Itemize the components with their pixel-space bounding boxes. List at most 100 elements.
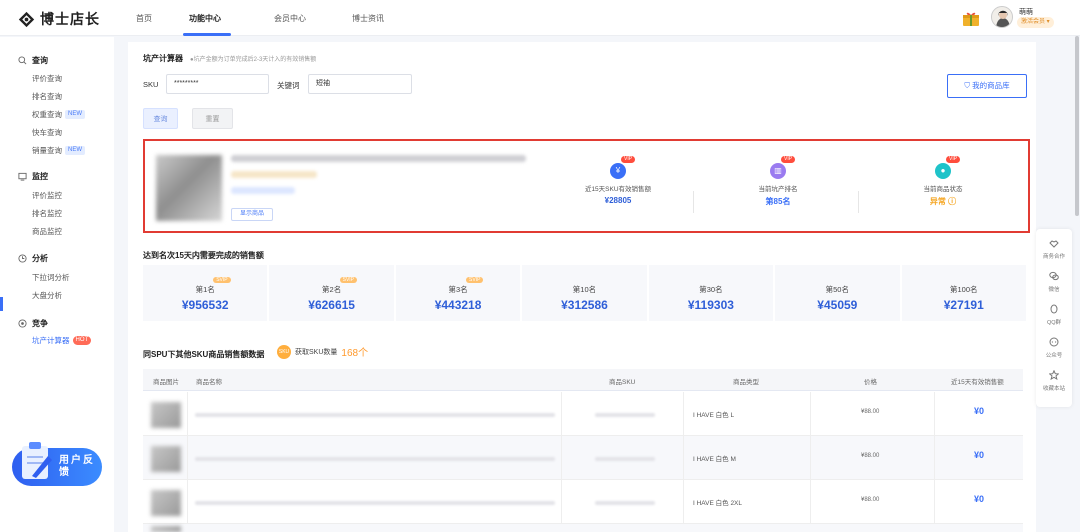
search-button[interactable]: 查询 bbox=[143, 108, 178, 129]
official-account-button[interactable]: 公众号 bbox=[1036, 337, 1072, 359]
sidebar-active-indicator bbox=[0, 297, 3, 311]
rank-target-row: SVIP 第1名 ¥956532 SVIP 第2名 ¥626615 SVIP 第3名 ¥44… bbox=[143, 265, 1026, 321]
rank-name: 第1名 bbox=[195, 285, 215, 294]
nav-member-center[interactable]: 会员中心 bbox=[274, 13, 306, 24]
sidebar-group-analysis: 分析 bbox=[18, 253, 48, 264]
column-header: 近15天有效销售额 bbox=[951, 379, 1004, 386]
product-sku-blurred bbox=[595, 457, 655, 461]
product-image bbox=[151, 490, 181, 516]
username: 萌萌 bbox=[1019, 9, 1033, 16]
metric-label: 近15天SKU有效销售额 bbox=[584, 186, 652, 193]
search-icon bbox=[18, 56, 27, 65]
product-type: I HAVE 白色 M bbox=[693, 456, 736, 463]
vip-badge: VIP bbox=[781, 156, 796, 163]
sidebar-item-review-monitor[interactable]: 评价监控 bbox=[32, 190, 62, 201]
bookmark-site-button[interactable]: 收藏本站 bbox=[1036, 369, 1072, 392]
sidebar-item-label: 权重查询 bbox=[32, 110, 62, 119]
metric-icon-glyph: ▥ bbox=[774, 166, 782, 175]
keyword-input[interactable]: 短袖 bbox=[308, 74, 412, 94]
sidebar-item-dropdown-analysis[interactable]: 下拉词分析 bbox=[32, 272, 70, 283]
chat-bubble-icon bbox=[1049, 337, 1059, 347]
sidebar-item-calculator[interactable]: 坑产计算器 HOT bbox=[32, 335, 92, 346]
sidebar-group-title: 竞争 bbox=[32, 319, 48, 328]
rank-cell: 第100名 ¥27191 bbox=[901, 265, 1026, 321]
sidebar-item-weight-query[interactable]: 权重查询 NEW bbox=[32, 109, 85, 120]
metric-status: ● VIP 当前商品状态 异常 ⓘ bbox=[883, 156, 1003, 207]
reset-button[interactable]: 重置 bbox=[192, 108, 233, 129]
sku-count-indicator: SKU 获取SKU数量 168个 bbox=[277, 344, 368, 359]
sidebar-item-market-analysis[interactable]: 大盘分析 bbox=[32, 290, 62, 301]
member-badge[interactable]: 激活会员 ▾ bbox=[1017, 17, 1054, 28]
bag-icon: ⛉ bbox=[964, 81, 971, 90]
rank-value: ¥45059 bbox=[817, 298, 858, 312]
sku-label: SKU bbox=[143, 80, 159, 89]
floating-toolbar: 商务合作 微信 QQ群 公众号 收藏本站 bbox=[1036, 229, 1072, 407]
product-shop-blurred bbox=[231, 187, 295, 194]
divider bbox=[858, 191, 859, 213]
avatar[interactable] bbox=[991, 6, 1013, 28]
vip-badge: VIP bbox=[946, 156, 961, 163]
table-row[interactable]: I HAVE 白色 L ¥88.00 ¥0 bbox=[143, 392, 1023, 436]
feedback-button[interactable]: 用户反馈 bbox=[12, 442, 102, 486]
product-price: ¥88.00 bbox=[861, 497, 880, 503]
logo-icon bbox=[18, 11, 35, 27]
scrollbar[interactable] bbox=[1075, 36, 1079, 216]
metric-value[interactable]: 异常 ⓘ bbox=[883, 196, 1003, 207]
sidebar-item-rank-monitor[interactable]: 排名监控 bbox=[32, 208, 62, 219]
nav-home[interactable]: 首页 bbox=[136, 13, 152, 24]
divider bbox=[561, 392, 562, 436]
business-cooperation-button[interactable]: 商务合作 bbox=[1036, 238, 1072, 260]
metric-label: 当前坑产排名 bbox=[758, 186, 798, 193]
clipboard-icon bbox=[22, 442, 52, 479]
my-product-library-label: 我的商品库 bbox=[972, 81, 1010, 90]
product-sales: ¥0 bbox=[974, 450, 985, 460]
sku-input[interactable]: ********* bbox=[166, 74, 269, 94]
product-type: I HAVE 白色 L bbox=[693, 412, 735, 419]
wechat-button[interactable]: 微信 bbox=[1036, 271, 1072, 293]
gift-icon[interactable] bbox=[962, 11, 980, 26]
hot-tag: HOT bbox=[72, 336, 92, 345]
table-row[interactable]: I HAVE 白色 2XL ¥88.00 ¥0 bbox=[143, 480, 1023, 524]
sidebar-group-title: 监控 bbox=[32, 172, 48, 181]
column-header: 商品图片 bbox=[153, 379, 179, 386]
rank-value: ¥27191 bbox=[943, 298, 984, 312]
feedback-label: 用户反馈 bbox=[59, 455, 95, 478]
brand-logo[interactable]: 博士店长 bbox=[18, 9, 100, 29]
divider bbox=[810, 480, 811, 524]
active-nav-indicator bbox=[183, 33, 231, 36]
rank-value: ¥626615 bbox=[308, 298, 355, 312]
column-header: 商品名称 bbox=[196, 379, 222, 386]
sidebar-item-label: 大盘分析 bbox=[32, 291, 62, 300]
toolbar-label: 微信 bbox=[1048, 287, 1060, 293]
rank-cell: SVIP 第1名 ¥956532 bbox=[143, 265, 268, 321]
column-header: 价格 bbox=[864, 379, 877, 386]
sidebar-item-label: 排名监控 bbox=[32, 209, 62, 218]
rank-name: 第10名 bbox=[572, 285, 597, 294]
sidebar-item-product-monitor[interactable]: 商品监控 bbox=[32, 226, 62, 237]
calculator-title: 坑产计算器 bbox=[143, 54, 183, 63]
product-price: ¥88.00 bbox=[861, 409, 880, 415]
divider bbox=[934, 480, 935, 524]
sidebar-item-express-query[interactable]: 快车查询 bbox=[32, 127, 62, 138]
product-image bbox=[151, 526, 181, 532]
table-header: 商品图片 商品名称 商品SKU 商品类型 价格 近15天有效销售额 bbox=[143, 369, 1023, 391]
metric-rank: ▥ VIP 当前坑产排名 第85名 bbox=[718, 156, 838, 207]
nav-function-center[interactable]: 功能中心 bbox=[189, 13, 221, 24]
show-product-button[interactable]: 显示商品 bbox=[231, 208, 273, 221]
table-row[interactable]: I HAVE 白色 M ¥88.00 ¥0 bbox=[143, 436, 1023, 480]
sidebar-item-review-query[interactable]: 评价查询 bbox=[32, 73, 62, 84]
sidebar-item-rank-query[interactable]: 排名查询 bbox=[32, 91, 62, 102]
svip-badge: SVIP bbox=[339, 277, 358, 283]
sidebar-item-label: 快车查询 bbox=[32, 128, 62, 137]
sidebar-item-sales-query[interactable]: 销量查询 NEW bbox=[32, 145, 85, 156]
qq-group-button[interactable]: QQ群 bbox=[1036, 304, 1072, 326]
nav-news[interactable]: 博士资讯 bbox=[352, 13, 384, 24]
sku-count-value: 168个 bbox=[341, 348, 369, 359]
metric-value: ¥28805 bbox=[604, 196, 632, 205]
my-product-library-button[interactable]: ⛉ 我的商品库 bbox=[947, 74, 1027, 98]
metric-label: 当前商品状态 bbox=[923, 186, 963, 193]
product-thumbnail bbox=[156, 155, 222, 221]
sku-count-label: 获取SKU数量 bbox=[295, 348, 338, 356]
metric-sales: ¥ VIP 近15天SKU有效销售额 ¥28805 bbox=[558, 156, 678, 205]
rank-name: 第30名 bbox=[699, 285, 723, 294]
